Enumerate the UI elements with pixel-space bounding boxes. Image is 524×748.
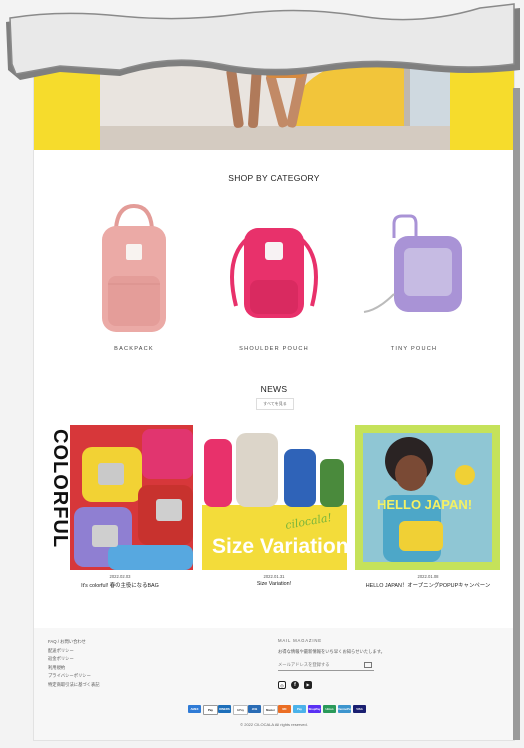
category-card-shoulder-pouch[interactable]: [214, 198, 334, 358]
news-title-link[interactable]: HELLO JAPAN！オープニングPOPUPキャンペーン: [348, 581, 508, 589]
newsletter-heading: MAIL MAGAZINE: [278, 638, 322, 643]
news-date: 2022.01.08: [417, 574, 439, 579]
copyright: © 2022 CILOCALA All rights reserved.: [240, 722, 308, 727]
facebook-icon[interactable]: f: [291, 681, 299, 689]
news-image-size-variation[interactable]: Size Variation cilocala!: [202, 425, 347, 570]
footer-link-faq[interactable]: FAQ / お問い合わせ: [48, 638, 100, 647]
category-card-backpack[interactable]: [74, 198, 194, 358]
instagram-icon[interactable]: ◎: [278, 681, 286, 689]
payment-mastercard-icon: Master: [263, 705, 278, 715]
payment-unionpay-icon: Union: [323, 705, 336, 713]
category-label-tiny-pouch[interactable]: TINY POUCH: [334, 346, 494, 352]
payment-venmo-icon: VenmoPay: [338, 705, 353, 713]
news-image-hello-japan[interactable]: HELLO JAPAN!: [355, 425, 500, 570]
payment-mc-icon: MC: [278, 705, 291, 713]
newsletter-description: お得な情報や最新情報をいち早くお知らせいたします。: [278, 649, 385, 654]
category-section-title: SHOP BY CATEGORY: [228, 173, 320, 183]
page-shadow: [513, 88, 520, 740]
news-date: 2022.02.03: [109, 574, 131, 579]
news-date: 2022.01.31: [263, 574, 285, 579]
news-title-link[interactable]: It's colorful! 春の主役になるBAG: [40, 581, 200, 589]
tiny-pouch-image: [363, 214, 462, 313]
payment-applepay-icon: Pay: [203, 705, 218, 715]
payment-diners-icon: DINERS: [218, 705, 231, 713]
hello-japan-image-text: HELLO JAPAN!: [377, 497, 472, 512]
colorful-image-text: COLORFUL: [49, 429, 71, 548]
footer-link-shipping[interactable]: 配送ポリシー: [48, 647, 100, 656]
payment-pay-icon: Pay: [293, 705, 306, 713]
backpack-image: [102, 203, 166, 332]
footer-link-privacy[interactable]: プライバシーポリシー: [48, 672, 100, 681]
news-title-link[interactable]: Size Variation!: [194, 581, 354, 587]
mail-icon[interactable]: [364, 662, 372, 668]
size-variation-image-text: Size Variation: [212, 535, 347, 558]
page: SHOP BY CATEGORY BACKPACK SHOULDER POUCH…: [34, 30, 514, 740]
payment-amex-icon: AMEX: [188, 705, 201, 713]
category-label-shoulder-pouch[interactable]: SHOULDER POUCH: [194, 346, 354, 352]
payment-jcb-icon: JCB: [248, 705, 261, 713]
category-card-tiny-pouch[interactable]: [354, 198, 474, 358]
footer-link-terms[interactable]: 利用規約: [48, 664, 100, 673]
shoulder-pouch-image: [230, 228, 318, 318]
newsletter-email-input[interactable]: メールアドレスを登録する: [278, 660, 374, 671]
category-label-backpack[interactable]: BACKPACK: [54, 346, 214, 352]
torn-paper-overlay: [6, 3, 520, 80]
news-image-colorful[interactable]: COLORFUL: [48, 425, 193, 570]
news-section-title: NEWS: [260, 384, 288, 394]
payment-shoppay-icon: ShopPay: [308, 705, 321, 713]
view-all-news-button[interactable]: すべてを見る: [256, 398, 294, 410]
footer-link-refund[interactable]: 返金ポリシー: [48, 655, 100, 664]
payment-gpay-icon: GPay: [233, 705, 248, 715]
payment-visa-icon: VISA: [353, 705, 366, 713]
footer-link-commerce-law[interactable]: 特定商取引法に基づく表記: [48, 681, 100, 690]
youtube-icon[interactable]: ▶: [304, 681, 312, 689]
footer: FAQ / お問い合わせ 配送ポリシー 返金ポリシー 利用規約 プライバシーポリ…: [34, 628, 514, 740]
footer-links: FAQ / お問い合わせ 配送ポリシー 返金ポリシー 利用規約 プライバシーポリ…: [48, 638, 100, 689]
